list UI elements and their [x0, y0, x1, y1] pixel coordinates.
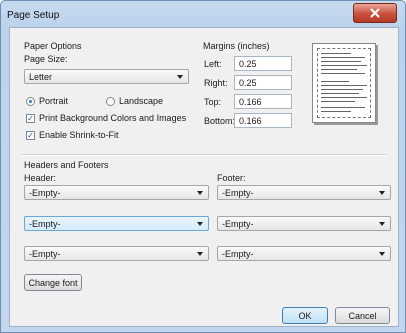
cancel-button[interactable]: Cancel [335, 307, 390, 324]
footer-center-value: -Empty- [222, 219, 254, 229]
margins-heading: Margins (inches) [203, 41, 270, 51]
chevron-down-icon [197, 191, 203, 195]
header-label: Header: [24, 173, 57, 183]
title-bar: Page Setup [1, 1, 405, 29]
footer-label: Footer: [217, 173, 246, 183]
close-icon [370, 8, 380, 18]
margin-left-label: Left: [204, 59, 222, 69]
page-size-select[interactable]: Letter [24, 69, 189, 84]
page-setup-dialog: Page Setup Paper Options Page Size: Lett… [0, 0, 406, 333]
print-background-checkbox[interactable]: ✓ [26, 114, 35, 123]
dialog-content: Paper Options Page Size: Letter Portrait… [9, 27, 399, 327]
ok-button[interactable]: OK [282, 307, 328, 324]
section-divider [22, 154, 386, 156]
page-size-value: Letter [29, 72, 53, 82]
chevron-down-icon [197, 222, 203, 226]
margin-left-input[interactable]: 0.25 [234, 56, 292, 71]
footer-center-select[interactable]: -Empty- [217, 216, 391, 231]
header-right-value: -Empty- [29, 249, 61, 259]
chevron-down-icon [177, 75, 183, 79]
margin-top-input[interactable]: 0.166 [234, 94, 292, 109]
dialog-title: Page Setup [7, 10, 60, 21]
footer-right-select[interactable]: -Empty- [217, 246, 391, 261]
footer-left-select[interactable]: -Empty- [217, 185, 391, 200]
landscape-radio[interactable] [106, 97, 115, 106]
close-button[interactable] [353, 3, 397, 23]
margin-right-input[interactable]: 0.25 [234, 75, 292, 90]
shrink-to-fit-checkbox[interactable]: ✓ [26, 131, 35, 140]
landscape-label: Landscape [119, 96, 164, 106]
header-left-value: -Empty- [29, 188, 61, 198]
page-size-label: Page Size: [24, 54, 68, 64]
margin-bottom-input[interactable]: 0.166 [234, 113, 292, 128]
shrink-to-fit-label: Enable Shrink-to-Fit [39, 130, 119, 140]
margin-top-label: Top: [204, 97, 222, 107]
page-preview [312, 43, 376, 123]
footer-left-value: -Empty- [222, 188, 254, 198]
header-right-select[interactable]: -Empty- [24, 246, 209, 261]
chevron-down-icon [197, 252, 203, 256]
paper-options-heading: Paper Options [24, 41, 82, 51]
print-background-label: Print Background Colors and Images [39, 113, 187, 123]
chevron-down-icon [379, 222, 385, 226]
footer-right-value: -Empty- [222, 249, 254, 259]
chevron-down-icon [379, 252, 385, 256]
portrait-radio[interactable] [26, 97, 35, 106]
portrait-label: Portrait [39, 96, 69, 106]
change-font-button[interactable]: Change font [24, 274, 82, 291]
header-center-value: -Empty- [29, 219, 61, 229]
chevron-down-icon [379, 191, 385, 195]
margin-right-label: Right: [204, 78, 228, 88]
header-left-select[interactable]: -Empty- [24, 185, 209, 200]
header-center-select[interactable]: -Empty- [24, 216, 209, 231]
margin-bottom-label: Bottom: [204, 116, 236, 126]
headers-footers-heading: Headers and Footers [24, 160, 109, 170]
